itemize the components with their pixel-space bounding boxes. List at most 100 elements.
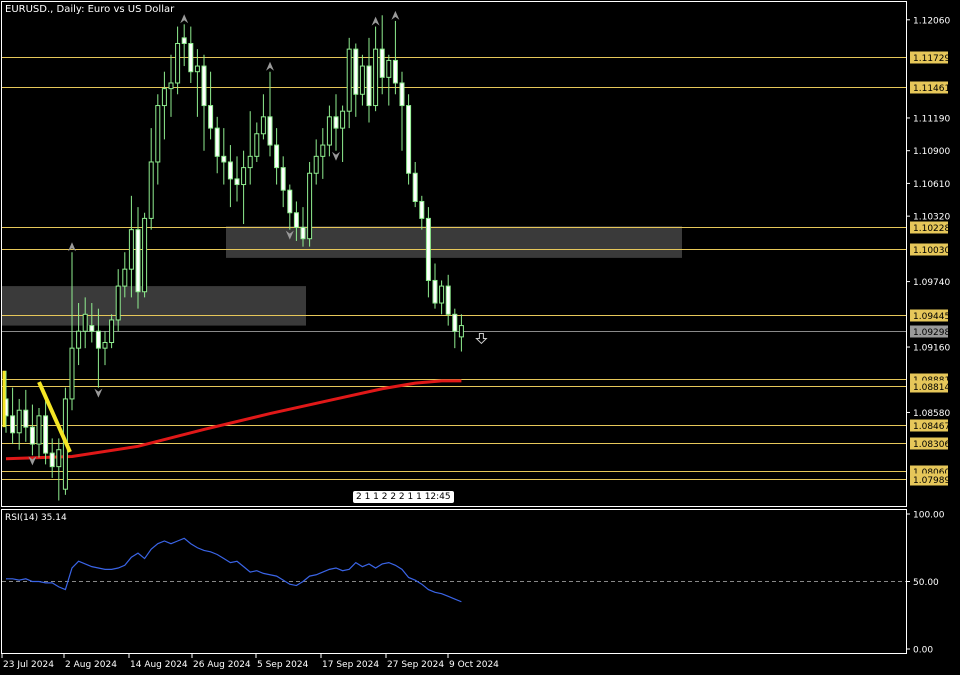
candle-body: [267, 116, 273, 146]
candle-body: [102, 342, 108, 349]
candle-body: [36, 415, 42, 445]
rsi-tick-label: 100.00: [913, 511, 945, 521]
candle-body: [445, 285, 451, 315]
candle-body: [412, 172, 418, 202]
candle-body: [49, 452, 55, 468]
level-label: 1.11461: [913, 84, 950, 94]
down-arrow-icon: [475, 332, 488, 345]
time-tick-label: 14 Aug 2024: [130, 660, 188, 670]
candle-body: [168, 82, 174, 90]
candle-body: [29, 426, 35, 445]
candle-body: [161, 88, 167, 107]
candle-body: [155, 105, 161, 163]
candle-body: [458, 325, 464, 338]
price-tick-label: 1.09160: [913, 344, 950, 354]
level-label: 1.10030: [913, 246, 950, 256]
candle-body: [221, 155, 227, 163]
fractal-down-icon: [94, 388, 103, 398]
candle-body: [313, 155, 319, 174]
level-label: 1.08814: [913, 383, 950, 393]
candle-body: [326, 116, 332, 146]
price-tick-label: 1.10320: [913, 213, 950, 223]
level-label: 1.10228: [913, 224, 950, 234]
rsi-label: RSI(14) 35.14: [5, 513, 67, 523]
candle-body: [392, 59, 398, 84]
time-tick-label: 23 Jul 2024: [3, 660, 54, 670]
fractal-up-icon: [266, 61, 274, 71]
candles: [3, 15, 464, 501]
candle-body: [148, 161, 154, 219]
candle-body: [56, 449, 62, 468]
candle-body: [333, 116, 339, 129]
candle-body: [386, 59, 392, 78]
zone-upper: [226, 226, 682, 258]
fractal-up-icon: [371, 16, 380, 26]
candle-body: [399, 82, 405, 107]
candle-body: [340, 110, 346, 129]
price-tick-label: 1.10900: [913, 147, 950, 157]
candle-body: [274, 144, 280, 169]
candle-body: [307, 172, 313, 240]
price-tick-label: 1.10610: [913, 180, 950, 190]
price-axis: 1.12060 1.11190 1.10900 1.10610 1.10320 1.097…: [906, 16, 950, 419]
candle-body: [452, 313, 458, 332]
candle-body: [43, 415, 49, 454]
candle-body: [359, 65, 365, 95]
rsi-pane: 100.00 50.00 0.00: [2, 511, 945, 656]
candle-body: [439, 285, 445, 304]
candle-body: [135, 229, 141, 293]
time-axis: 23 Jul 2024 2 Aug 2024 14 Aug 2024 26 Aug 2…: [1, 654, 499, 670]
candle-body: [89, 325, 95, 332]
level-label: 1.08306: [913, 440, 950, 450]
candle-body: [115, 285, 121, 321]
price-tick-label: 1.09740: [913, 278, 950, 288]
current-price-label: 1.09298: [913, 328, 950, 338]
level-label: 1.09445: [913, 312, 950, 322]
candle-body: [280, 167, 286, 191]
time-tick-label: 17 Sep 2024: [322, 660, 379, 670]
chart-canvas[interactable]: 1.11729 1.11461 1.10228 1.10030 1.09445 1.088…: [0, 0, 960, 675]
candle-body: [23, 409, 29, 428]
candle-body: [406, 105, 412, 174]
candle-body: [214, 127, 220, 157]
time-tick-label: 26 Aug 2024: [193, 660, 251, 670]
candle-body: [320, 144, 326, 157]
candle-timer: 2 1 1 2 2 2 1 1 12:45: [353, 491, 454, 503]
candle-body: [379, 48, 385, 78]
candle-body: [69, 347, 75, 400]
candle-body: [109, 319, 115, 344]
fractal-up-icon: [391, 10, 400, 20]
candle-body: [419, 200, 425, 219]
level-label: 1.08467: [913, 422, 950, 432]
candle-body: [300, 226, 306, 240]
zone-lower: [2, 286, 306, 326]
time-tick-label: 27 Sep 2024: [387, 660, 444, 670]
candle-body: [293, 212, 299, 228]
fractal-down-icon: [332, 151, 340, 161]
candle-body: [373, 48, 379, 107]
candle-body: [227, 161, 233, 180]
candle-body: [181, 37, 187, 44]
supply-demand-zones: [2, 226, 682, 326]
candle-body: [188, 42, 194, 73]
candle-body: [366, 65, 372, 107]
candle-body: [260, 116, 266, 135]
rsi-tick-label: 50.00: [913, 578, 939, 588]
candle-body: [353, 48, 359, 95]
time-tick-label: 9 Oct 2024: [449, 660, 499, 670]
candle-body: [234, 178, 240, 186]
candle-body: [346, 48, 352, 112]
candle-body: [82, 313, 88, 332]
candle-body: [16, 409, 22, 434]
level-label: 1.11729: [913, 54, 950, 64]
chart-title: EURUSD., Daily: Euro vs US Dollar: [5, 4, 175, 15]
candle-body: [432, 279, 438, 304]
rsi-line: [6, 537, 462, 603]
price-tick-label: 1.08580: [913, 409, 950, 419]
candle-body: [254, 133, 260, 157]
time-tick-label: 2 Aug 2024: [65, 660, 117, 670]
candle-body: [208, 105, 214, 129]
candle-body: [287, 189, 293, 214]
candle-body: [201, 65, 207, 107]
candle-body: [10, 415, 16, 434]
